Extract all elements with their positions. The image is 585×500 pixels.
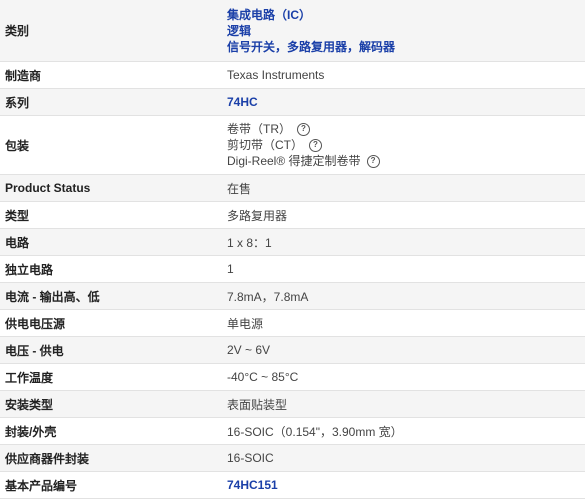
row-value-independent-circuits: 1: [221, 255, 585, 283]
row-label-category: 类别: [0, 0, 221, 62]
row-value-supplier-package: 16-SOIC: [221, 444, 585, 472]
row-value-voltage-supply: 2V ~ 6V: [221, 336, 585, 364]
table-row: 类别 集成电路（IC） 逻辑 信号开关，多路复用器，解码器: [0, 0, 585, 62]
series-link[interactable]: 74HC: [227, 94, 585, 110]
category-link-ic[interactable]: 集成电路（IC）: [227, 7, 585, 23]
packaging-option: 卷带（TR） ?: [227, 121, 585, 137]
row-label-packaging: 包装: [0, 115, 221, 175]
row-value-manufacturer: Texas Instruments: [221, 61, 585, 89]
row-label-package-case: 封装/外壳: [0, 417, 221, 445]
row-label-independent-circuits: 独立电路: [0, 255, 221, 283]
row-label-supplier-package: 供应商器件封装: [0, 444, 221, 472]
row-value-circuit: 1 x 8：1: [221, 228, 585, 256]
row-label-manufacturer: 制造商: [0, 61, 221, 89]
row-label-type: 类型: [0, 201, 221, 229]
row-label-operating-temp: 工作温度: [0, 363, 221, 391]
row-label-series: 系列: [0, 88, 221, 116]
table-row: 供应商器件封装 16-SOIC: [0, 444, 585, 472]
row-value-mounting-type: 表面贴装型: [221, 390, 585, 418]
table-row: 封装/外壳 16-SOIC（0.154"，3.90mm 宽）: [0, 417, 585, 445]
category-link-switches[interactable]: 信号开关，多路复用器，解码器: [227, 39, 585, 55]
row-label-circuit: 电路: [0, 228, 221, 256]
table-row: 供电电压源 单电源: [0, 309, 585, 337]
row-label-base-product: 基本产品编号: [0, 471, 221, 499]
table-row: 工作温度 -40°C ~ 85°C: [0, 363, 585, 391]
table-row: Product Status 在售: [0, 174, 585, 202]
row-value-series: 74HC: [221, 88, 585, 116]
row-value-supply-source: 单电源: [221, 309, 585, 337]
row-label-voltage-supply: 电压 - 供电: [0, 336, 221, 364]
packaging-option: 剪切带（CT） ?: [227, 137, 585, 153]
row-value-type: 多路复用器: [221, 201, 585, 229]
row-label-mounting-type: 安装类型: [0, 390, 221, 418]
packaging-option-label: 卷带（TR）: [227, 122, 291, 136]
row-label-product-status: Product Status: [0, 174, 221, 202]
table-row: 包装 卷带（TR） ? 剪切带（CT） ? Digi-Reel® 得捷定制卷带 …: [0, 115, 585, 175]
question-circle-icon[interactable]: ?: [309, 138, 322, 152]
question-circle-icon[interactable]: ?: [366, 154, 380, 168]
table-row: 电压 - 供电 2V ~ 6V: [0, 336, 585, 364]
category-link-logic[interactable]: 逻辑: [227, 23, 585, 39]
row-value-package-case: 16-SOIC（0.154"，3.90mm 宽）: [221, 417, 585, 445]
table-row: 基本产品编号 74HC151: [0, 471, 585, 499]
row-value-packaging: 卷带（TR） ? 剪切带（CT） ? Digi-Reel® 得捷定制卷带 ?: [221, 115, 585, 175]
table-row: 电路 1 x 8：1: [0, 228, 585, 256]
packaging-option-label: Digi-Reel® 得捷定制卷带: [227, 154, 361, 168]
row-value-category: 集成电路（IC） 逻辑 信号开关，多路复用器，解码器: [221, 0, 585, 62]
packaging-option-label: 剪切带（CT）: [227, 138, 303, 152]
row-value-current-output: 7.8mA，7.8mA: [221, 282, 585, 310]
question-circle-icon[interactable]: ?: [297, 122, 310, 136]
table-row: 制造商 Texas Instruments: [0, 61, 585, 89]
table-row: 电流 - 输出高、低 7.8mA，7.8mA: [0, 282, 585, 310]
packaging-option: Digi-Reel® 得捷定制卷带 ?: [227, 153, 585, 169]
table-row: 系列 74HC: [0, 88, 585, 116]
row-value-operating-temp: -40°C ~ 85°C: [221, 363, 585, 391]
table-row: 安装类型 表面贴装型: [0, 390, 585, 418]
row-value-base-product: 74HC151: [221, 471, 585, 499]
product-attributes-table: 类别 集成电路（IC） 逻辑 信号开关，多路复用器，解码器 制造商 Texas …: [0, 0, 585, 499]
row-label-current-output: 电流 - 输出高、低: [0, 282, 221, 310]
table-row: 独立电路 1: [0, 255, 585, 283]
base-product-link[interactable]: 74HC151: [227, 477, 585, 493]
row-label-supply-source: 供电电压源: [0, 309, 221, 337]
row-value-product-status: 在售: [221, 174, 585, 202]
table-row: 类型 多路复用器: [0, 201, 585, 229]
